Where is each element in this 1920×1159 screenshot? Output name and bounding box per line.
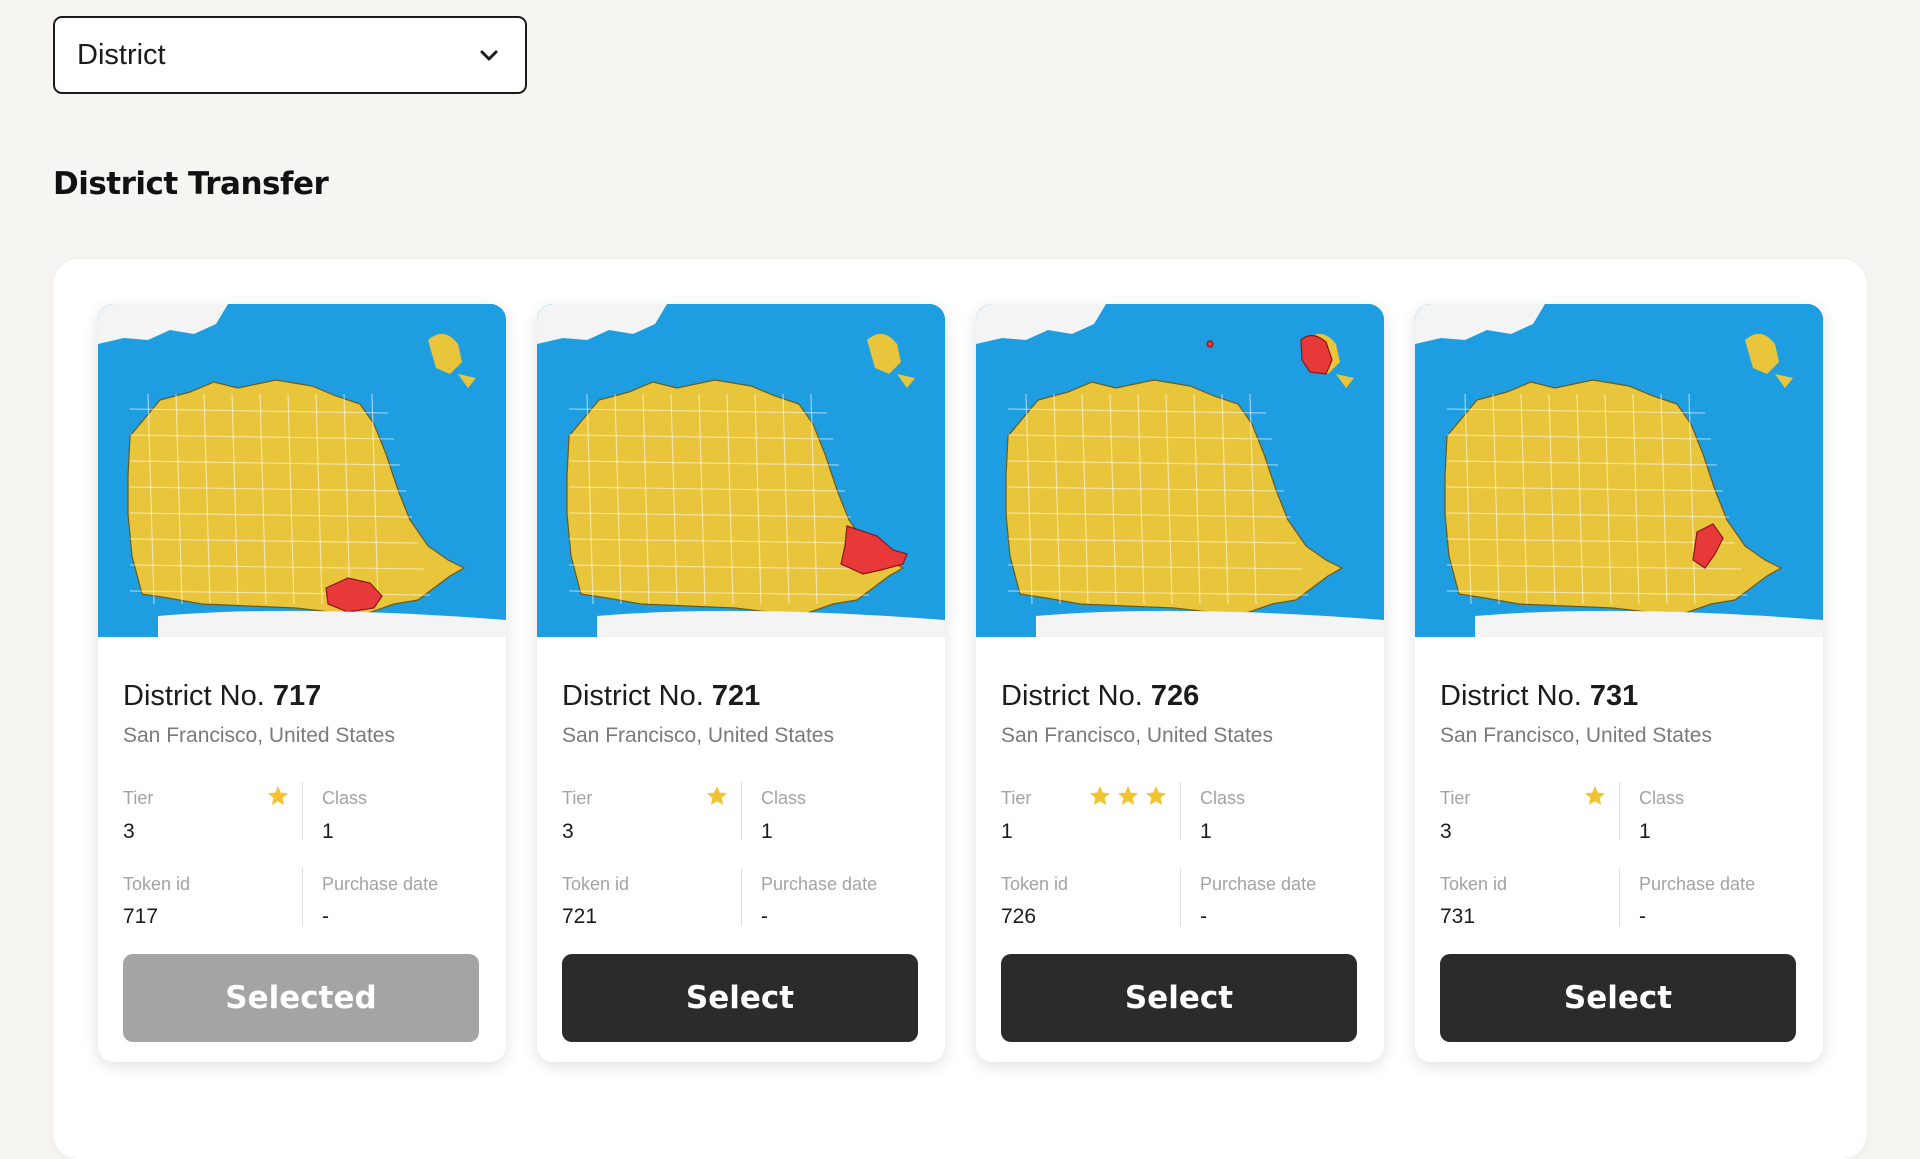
tier-value: 3 — [123, 820, 135, 843]
district-number: 721 — [711, 680, 761, 712]
district-filter-dropdown[interactable]: District — [53, 16, 527, 94]
district-map-image — [1415, 304, 1823, 637]
token-id-value: 731 — [1440, 905, 1476, 928]
select-button[interactable]: Select — [562, 954, 918, 1042]
divider — [1180, 868, 1181, 926]
star-icon — [1146, 786, 1166, 805]
class-value: 1 — [1639, 820, 1651, 843]
divider — [1619, 868, 1620, 926]
tier-stars — [1088, 784, 1168, 808]
star-icon — [1090, 786, 1110, 805]
token-id-label: Token id — [1440, 874, 1508, 894]
divider — [302, 782, 303, 840]
purchase-date-label: Purchase date — [1639, 874, 1756, 894]
tier-stars — [705, 784, 729, 808]
divider — [741, 868, 742, 926]
district-location: San Francisco, United States — [1001, 724, 1273, 747]
district-card: District No. 731 San Francisco, United S… — [1415, 304, 1823, 1062]
district-number: 731 — [1589, 680, 1639, 712]
district-number: 717 — [272, 680, 322, 712]
token-id-label: Token id — [1001, 874, 1069, 894]
tier-value: 1 — [1001, 820, 1013, 843]
token-id-value: 721 — [562, 905, 598, 928]
purchase-date-value: - — [322, 905, 329, 928]
district-title: District No. 721 — [562, 680, 761, 712]
tier-stars — [266, 784, 290, 808]
token-id-label: Token id — [562, 874, 630, 894]
district-filter-value: District — [77, 38, 166, 71]
district-map-image — [537, 304, 945, 637]
district-title: District No. 731 — [1440, 680, 1639, 712]
purchase-date-label: Purchase date — [761, 874, 878, 894]
tier-label: Tier — [562, 788, 593, 808]
district-number: 726 — [1150, 680, 1200, 712]
chevron-down-icon — [475, 41, 503, 69]
tier-value: 3 — [1440, 820, 1452, 843]
star-icon — [268, 786, 288, 805]
tier-label: Tier — [123, 788, 154, 808]
star-icon — [1585, 786, 1605, 805]
divider — [1619, 782, 1620, 840]
section-title: District Transfer — [53, 166, 329, 202]
tier-label: Tier — [1440, 788, 1471, 808]
select-button[interactable]: Select — [1001, 954, 1357, 1042]
purchase-date-value: - — [1200, 905, 1207, 928]
district-location: San Francisco, United States — [123, 724, 395, 747]
district-title: District No. 717 — [123, 680, 322, 712]
star-icon — [707, 786, 727, 805]
district-location: San Francisco, United States — [1440, 724, 1712, 747]
district-map-image — [98, 304, 506, 637]
token-id-value: 717 — [123, 905, 159, 928]
class-label: Class — [322, 788, 368, 808]
purchase-date-value: - — [1639, 905, 1646, 928]
tier-label: Tier — [1001, 788, 1032, 808]
selected-button[interactable]: Selected — [123, 954, 479, 1042]
class-label: Class — [761, 788, 807, 808]
divider — [1180, 782, 1181, 840]
district-card: District No. 721 San Francisco, United S… — [537, 304, 945, 1062]
class-label: Class — [1639, 788, 1685, 808]
tier-stars — [1583, 784, 1607, 808]
district-card: District No. 717 San Francisco, United S… — [98, 304, 506, 1062]
class-value: 1 — [322, 820, 334, 843]
star-icon — [1118, 786, 1138, 805]
class-value: 1 — [1200, 820, 1212, 843]
tier-value: 3 — [562, 820, 574, 843]
district-location: San Francisco, United States — [562, 724, 834, 747]
district-map-image — [976, 304, 1384, 637]
purchase-date-value: - — [761, 905, 768, 928]
token-id-label: Token id — [123, 874, 191, 894]
token-id-value: 726 — [1001, 905, 1037, 928]
divider — [302, 868, 303, 926]
district-card: District No. 726 San Francisco, United S… — [976, 304, 1384, 1062]
district-title: District No. 726 — [1001, 680, 1200, 712]
select-button[interactable]: Select — [1440, 954, 1796, 1042]
class-value: 1 — [761, 820, 773, 843]
divider — [741, 782, 742, 840]
purchase-date-label: Purchase date — [322, 874, 439, 894]
class-label: Class — [1200, 788, 1246, 808]
purchase-date-label: Purchase date — [1200, 874, 1317, 894]
